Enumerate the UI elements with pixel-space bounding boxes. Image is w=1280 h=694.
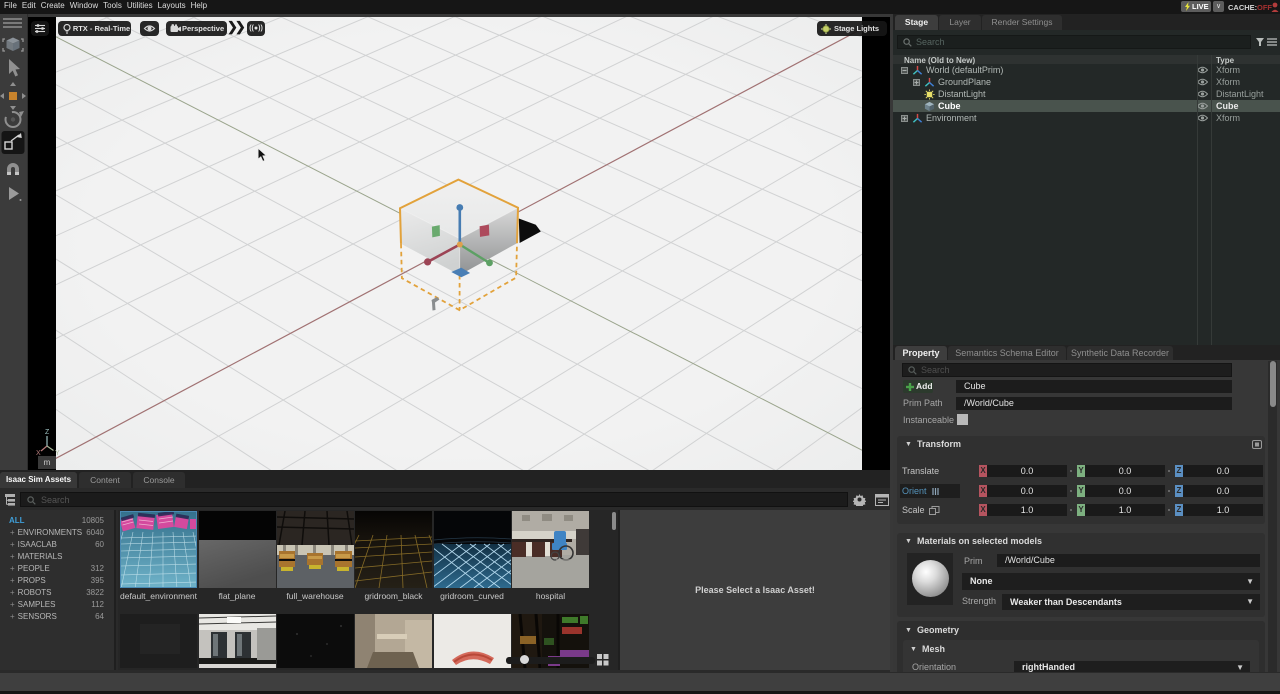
svg-text:Z: Z xyxy=(45,429,50,436)
